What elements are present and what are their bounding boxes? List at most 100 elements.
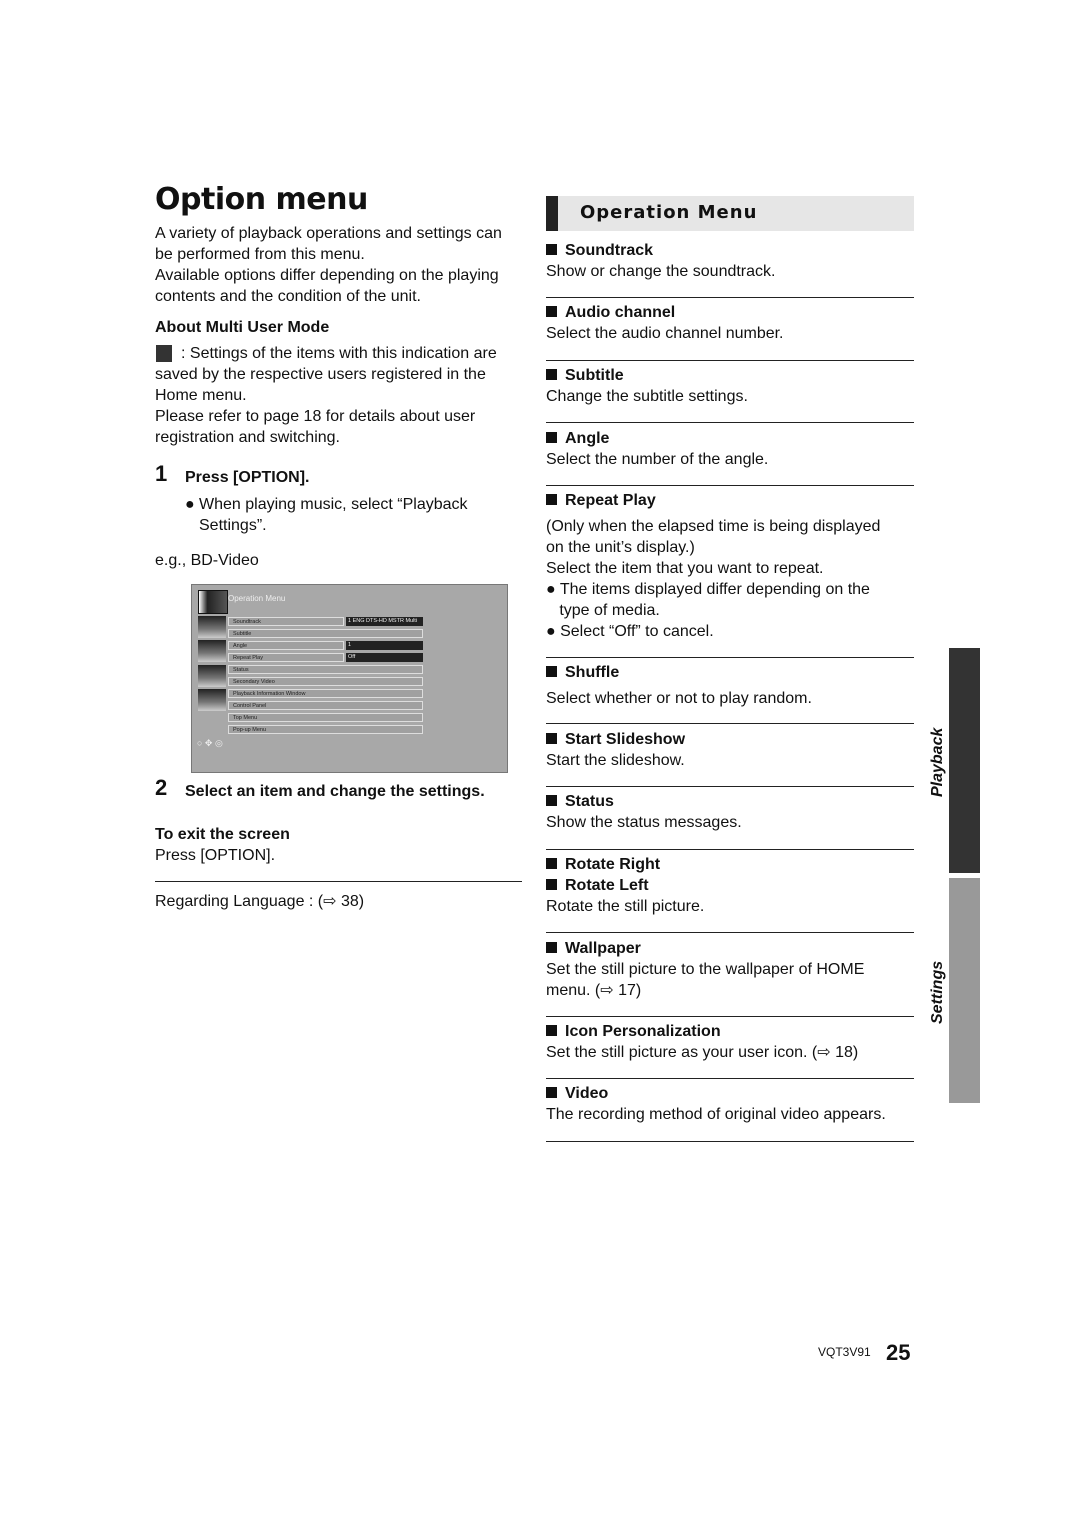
item-description: on the unit’s display.): [546, 539, 695, 556]
intro-line: A variety of playback operations and set…: [155, 225, 502, 242]
intro-line: contents and the condition of the unit.: [155, 288, 421, 305]
item-heading: Start Slideshow: [546, 729, 685, 750]
item-description: Change the subtitle settings.: [546, 388, 748, 405]
menu-row: Pop-up Menu: [228, 725, 423, 734]
item-heading: Repeat Play: [546, 490, 656, 511]
menu-row: Status: [228, 665, 423, 674]
item-description: Start the slideshow.: [546, 752, 685, 769]
step-note: Settings”.: [199, 517, 267, 534]
multi-user-text: registration and switching.: [155, 429, 340, 446]
item-description: Show the status messages.: [546, 814, 742, 831]
item-description: menu. (⇨ 17): [546, 982, 642, 999]
item-heading: Icon Personalization: [546, 1021, 721, 1042]
tab-playback[interactable]: [949, 648, 980, 873]
item-description: ● The items displayed differ depending o…: [546, 581, 870, 598]
divider: [155, 881, 522, 882]
thumbnail: [198, 689, 226, 711]
step-label: Press [OPTION].: [185, 469, 310, 486]
multi-user-text: saved by the respective users registered…: [155, 366, 486, 383]
thumbnail: [198, 590, 228, 614]
step-note: When playing music, select “Playback: [199, 496, 468, 513]
square-bullet-icon: [546, 879, 557, 890]
divider: [546, 786, 914, 787]
operation-menu-screenshot: Operation Menu Soundtrack 1 ENG DTS-HD M…: [191, 584, 508, 773]
intro-line: be performed from this menu.: [155, 246, 365, 263]
square-bullet-icon: [546, 795, 557, 806]
square-bullet-icon: [546, 306, 557, 317]
example-label: e.g., BD-Video: [155, 552, 259, 569]
item-description: Show or change the soundtrack.: [546, 263, 776, 280]
thumbnail: [198, 616, 226, 638]
divider: [546, 485, 914, 486]
thumbnail: [198, 665, 226, 687]
item-heading: Video: [546, 1083, 608, 1104]
tab-settings[interactable]: [949, 878, 980, 1103]
item-description: Rotate the still picture.: [546, 898, 705, 915]
multi-user-heading: About Multi User Mode: [155, 319, 330, 336]
menu-row: Soundtrack: [228, 617, 344, 626]
menu-row: Angle: [228, 641, 344, 650]
item-heading: Subtitle: [546, 365, 624, 386]
square-bullet-icon: [546, 942, 557, 953]
thumbnail: [198, 640, 226, 662]
item-description: Select the number of the angle.: [546, 451, 769, 468]
divider: [546, 849, 914, 850]
screen-title: Operation Menu: [228, 594, 286, 603]
square-bullet-icon: [546, 733, 557, 744]
menu-row: Control Panel: [228, 701, 423, 710]
item-description: The recording method of original video a…: [546, 1106, 886, 1123]
item-heading: Rotate Left: [546, 875, 649, 896]
divider: [546, 723, 914, 724]
language-reference: Regarding Language : (⇨ 38): [155, 893, 365, 910]
item-description: Select whether or not to play random.: [546, 690, 812, 707]
section-header: Operation Menu: [546, 196, 914, 231]
item-heading: Soundtrack: [546, 240, 653, 261]
exit-heading: To exit the screen: [155, 826, 290, 843]
divider: [546, 657, 914, 658]
divider: [546, 360, 914, 361]
page-number: 25: [886, 1340, 911, 1365]
section-title: Operation Menu: [580, 202, 758, 223]
bullet-icon: ●: [185, 496, 195, 513]
divider: [546, 932, 914, 933]
step-number: 1: [155, 461, 168, 486]
square-bullet-icon: [546, 432, 557, 443]
item-description: ● Select “Off” to cancel.: [546, 623, 714, 640]
remote-navigation-icon: ○ ✥ ◎: [197, 738, 223, 748]
square-bullet-icon: [546, 1025, 557, 1036]
divider: [546, 422, 914, 423]
tab-settings-label: Settings: [929, 960, 946, 1024]
menu-value: 1: [346, 641, 423, 650]
exit-text: Press [OPTION].: [155, 847, 276, 864]
multi-user-text: Home menu.: [155, 387, 247, 404]
item-heading: Angle: [546, 428, 609, 449]
step-label: Select an item and change the settings.: [185, 783, 485, 800]
menu-row: Playback Information Window: [228, 689, 423, 698]
menu-value: 1 ENG DTS-HD MSTR Multi: [346, 617, 423, 626]
divider: [546, 1141, 914, 1142]
item-heading: Wallpaper: [546, 938, 641, 959]
item-description: type of media.: [546, 602, 660, 619]
menu-row: Repeat Play: [228, 653, 344, 662]
divider: [546, 1016, 914, 1017]
model-code: VQT3V91: [818, 1345, 871, 1359]
manual-page: Option menu A variety of playback operat…: [0, 0, 1080, 1526]
menu-row: Secondary Video: [228, 677, 423, 686]
menu-row: Top Menu: [228, 713, 423, 722]
item-description: Set the still picture to the wallpaper o…: [546, 961, 865, 978]
item-description: Select the audio channel number.: [546, 325, 784, 342]
square-bullet-icon: [546, 1087, 557, 1098]
square-bullet-icon: [546, 666, 557, 677]
item-description: Select the item that you want to repeat.: [546, 560, 824, 577]
square-bullet-icon: [546, 494, 557, 505]
item-heading: Status: [546, 791, 614, 812]
step-number: 2: [155, 775, 168, 800]
square-bullet-icon: [546, 858, 557, 869]
square-bullet-icon: [546, 369, 557, 380]
user-icon: [156, 345, 172, 362]
square-bullet-icon: [546, 244, 557, 255]
menu-row: Subtitle: [228, 629, 423, 638]
item-heading: Shuffle: [546, 662, 619, 683]
item-description: (Only when the elapsed time is being dis…: [546, 518, 881, 535]
divider: [546, 297, 914, 298]
